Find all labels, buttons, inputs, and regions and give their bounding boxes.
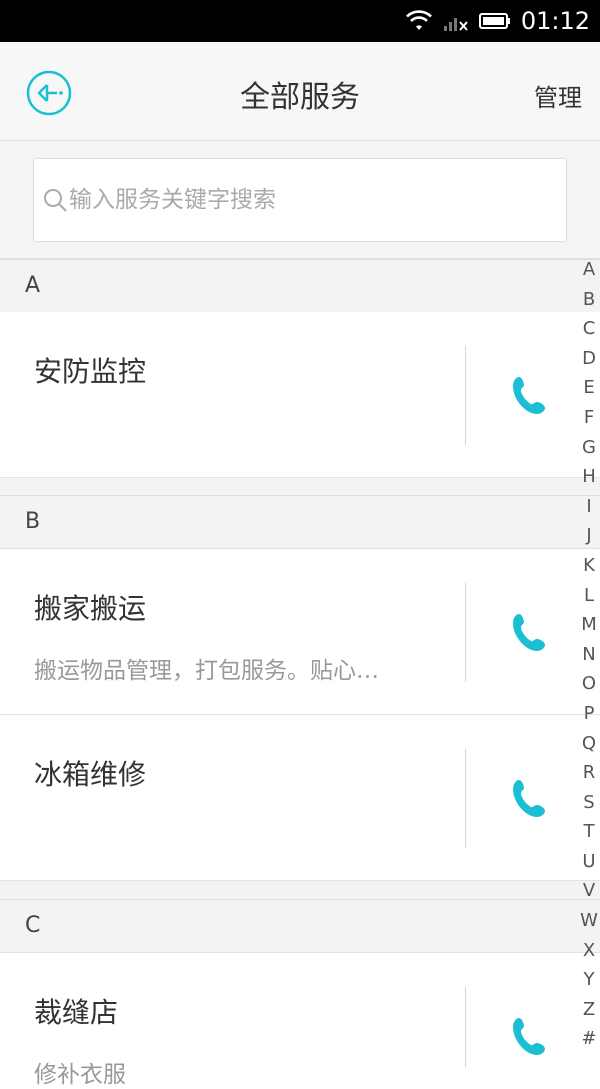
section-header-b: B [0, 495, 600, 549]
list-item-caifeng[interactable]: 裁缝店 修补衣服 [0, 953, 600, 1088]
list-item-bingxiang[interactable]: 冰箱维修 [0, 715, 600, 880]
index-letter[interactable]: Y [578, 965, 600, 995]
alphabet-index-bar[interactable]: A B C D E F G H I J K L M N O P Q R S T U V W X Y Z # [578, 255, 600, 1055]
search-input[interactable] [69, 179, 529, 221]
service-name: 搬家搬运 [34, 592, 147, 625]
index-letter[interactable]: P [578, 699, 600, 729]
service-description: 搬运物品管理，打包服务。贴心… [34, 658, 379, 684]
index-letter[interactable]: D [578, 344, 600, 374]
header: 全部服务 管理 [0, 42, 600, 141]
index-letter[interactable]: Z [578, 995, 600, 1025]
index-letter[interactable]: A [578, 255, 600, 285]
list-item-anfang[interactable]: 安防监控 [0, 312, 600, 477]
clock: 01:12 [520, 7, 590, 35]
index-letter[interactable]: Q [578, 729, 600, 759]
index-letter[interactable]: H [578, 462, 600, 492]
vertical-divider [465, 346, 466, 445]
index-letter[interactable]: F [578, 403, 600, 433]
index-letter[interactable]: L [578, 581, 600, 611]
index-letter[interactable]: N [578, 640, 600, 670]
status-bar: 01:12 [0, 0, 600, 42]
signal-icon [443, 18, 468, 31]
index-letter[interactable]: I [578, 492, 600, 522]
vertical-divider [465, 987, 466, 1067]
index-letter[interactable]: K [578, 551, 600, 581]
index-letter[interactable]: C [578, 314, 600, 344]
manage-button[interactable]: 管理 [534, 78, 582, 113]
phone-icon[interactable] [510, 374, 548, 416]
phone-icon[interactable] [510, 777, 548, 819]
index-letter[interactable]: E [578, 373, 600, 403]
list-item-banjia[interactable]: 搬家搬运 搬运物品管理，打包服务。贴心… [0, 549, 600, 714]
service-name: 安防监控 [34, 355, 147, 388]
battery-icon [478, 13, 510, 29]
index-letter[interactable]: U [578, 847, 600, 877]
index-letter[interactable]: S [578, 788, 600, 818]
section-letter: A [25, 273, 41, 298]
status-icons: 01:12 [405, 0, 590, 42]
index-letter[interactable]: J [578, 521, 600, 551]
section-letter: C [25, 913, 41, 938]
phone-icon[interactable] [510, 1015, 548, 1057]
search-box[interactable] [33, 158, 567, 242]
service-name: 裁缝店 [34, 996, 119, 1029]
index-letter[interactable]: W [578, 906, 600, 936]
index-letter[interactable]: X [578, 936, 600, 966]
section-header-a: A [0, 259, 600, 313]
section-letter: B [25, 509, 41, 534]
search-icon [44, 189, 67, 212]
index-letter[interactable]: G [578, 433, 600, 463]
index-letter[interactable]: B [578, 285, 600, 315]
vertical-divider [465, 583, 466, 682]
vertical-divider [465, 749, 466, 848]
section-gap [0, 881, 600, 899]
index-letter[interactable]: R [578, 758, 600, 788]
search-area [0, 141, 600, 259]
phone-icon[interactable] [510, 611, 548, 653]
wifi-icon [405, 10, 432, 30]
index-letter[interactable]: # [578, 1024, 600, 1054]
index-letter[interactable]: M [578, 610, 600, 640]
index-letter[interactable]: T [578, 817, 600, 847]
index-letter[interactable]: V [578, 876, 600, 906]
service-name: 冰箱维修 [34, 758, 147, 791]
service-description: 修补衣服 [34, 1062, 126, 1088]
section-gap [0, 478, 600, 495]
section-header-c: C [0, 899, 600, 953]
page-title: 全部服务 [240, 80, 360, 115]
index-letter[interactable]: O [578, 669, 600, 699]
